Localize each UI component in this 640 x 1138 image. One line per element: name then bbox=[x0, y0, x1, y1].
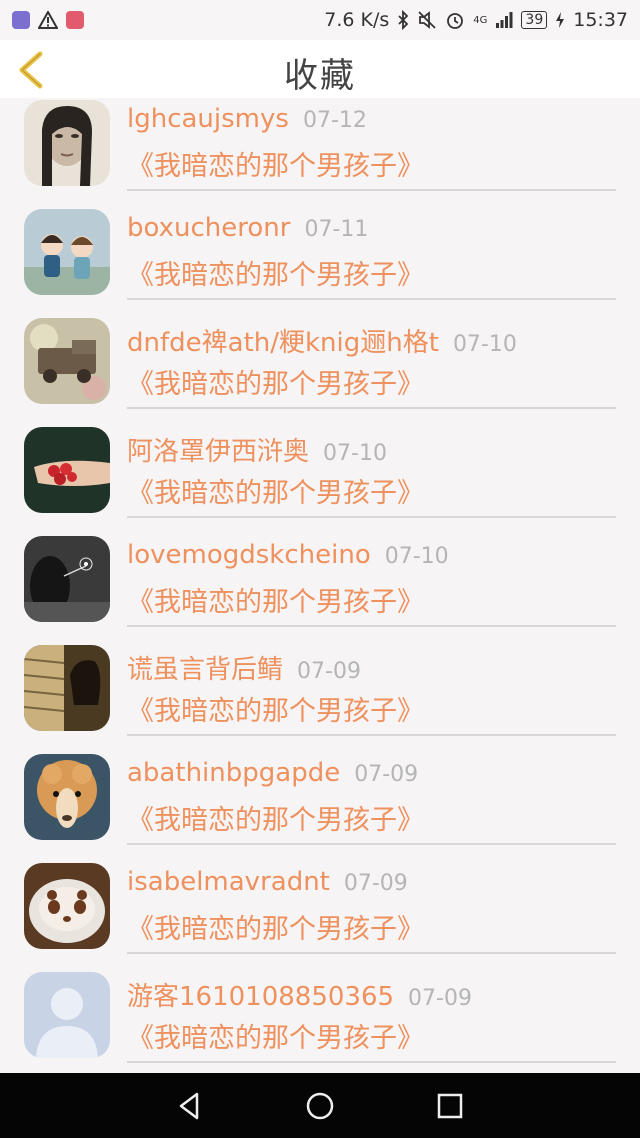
avatar[interactable] bbox=[24, 536, 110, 622]
item-date: 07-10 bbox=[323, 441, 387, 466]
favorites-list[interactable]: lghcaujsmys 07-12 《我暗恋的那个男孩子》 boxucheronr… bbox=[0, 98, 640, 1073]
avatar[interactable] bbox=[24, 972, 110, 1058]
default-user-icon bbox=[24, 972, 110, 1058]
divider bbox=[127, 298, 616, 300]
battery-icon: 39 bbox=[521, 11, 548, 29]
user-name[interactable]: boxucheronr bbox=[127, 213, 290, 243]
avatar[interactable] bbox=[24, 754, 110, 840]
user-name[interactable]: 阿洛罩伊西浒奥 bbox=[127, 437, 309, 467]
divider bbox=[127, 1061, 616, 1063]
header: 收藏 bbox=[0, 40, 640, 98]
item-date: 07-10 bbox=[384, 544, 449, 569]
book-title[interactable]: 《我暗恋的那个男孩子》 bbox=[127, 253, 424, 292]
status-bar: 7.6 K/s 4G 39 15:37 bbox=[0, 0, 640, 40]
book-title[interactable]: 《我暗恋的那个男孩子》 bbox=[127, 798, 424, 837]
divider bbox=[127, 407, 616, 409]
list-item[interactable]: dnfde禆ath/粳knig逦h格t 07-10 《我暗恋的那个男孩子》 bbox=[0, 316, 640, 425]
divider bbox=[127, 189, 616, 191]
system-nav-bar bbox=[0, 1073, 640, 1138]
list-item[interactable]: 谎虽言背后鲭 07-09 《我暗恋的那个男孩子》 bbox=[0, 643, 640, 752]
signal-icon bbox=[496, 12, 513, 28]
divider bbox=[127, 516, 616, 518]
item-date: 07-09 bbox=[297, 659, 361, 684]
charging-icon bbox=[556, 12, 565, 28]
list-item[interactable]: 游客1610108850365 07-09 《我暗恋的那个男孩子》 bbox=[0, 970, 640, 1073]
list-item[interactable]: boxucheronr 07-11 《我暗恋的那个男孩子》 bbox=[0, 207, 640, 316]
user-name[interactable]: 游客1610108850365 bbox=[127, 982, 394, 1012]
item-date: 07-10 bbox=[452, 332, 517, 357]
alarm-icon bbox=[447, 13, 464, 29]
avatar[interactable] bbox=[24, 863, 110, 949]
network-speed: 7.6 K/s bbox=[324, 9, 390, 31]
item-date: 07-09 bbox=[408, 986, 472, 1011]
mute-icon bbox=[418, 11, 436, 29]
book-title[interactable]: 《我暗恋的那个男孩子》 bbox=[127, 1016, 424, 1055]
avatar[interactable] bbox=[24, 427, 110, 513]
book-title[interactable]: 《我暗恋的那个男孩子》 bbox=[127, 471, 424, 510]
avatar[interactable] bbox=[24, 209, 110, 295]
bluetooth-icon bbox=[398, 10, 409, 30]
avatar[interactable] bbox=[24, 318, 110, 404]
clock: 15:37 bbox=[573, 9, 628, 31]
book-title[interactable]: 《我暗恋的那个男孩子》 bbox=[127, 144, 424, 183]
item-date: 07-11 bbox=[304, 217, 369, 242]
user-name[interactable]: 谎虽言背后鲭 bbox=[127, 655, 283, 685]
book-title[interactable]: 《我暗恋的那个男孩子》 bbox=[127, 907, 424, 946]
warning-icon bbox=[38, 11, 58, 29]
divider bbox=[127, 625, 616, 627]
back-triangle-icon[interactable] bbox=[173, 1089, 207, 1123]
item-date: 07-12 bbox=[302, 108, 367, 133]
user-name[interactable]: dnfde禆ath/粳knig逦h格t bbox=[127, 328, 439, 358]
user-name[interactable]: lghcaujsmys bbox=[127, 104, 289, 134]
book-title[interactable]: 《我暗恋的那个男孩子》 bbox=[127, 580, 424, 619]
network-type: 4G bbox=[473, 14, 488, 26]
item-date: 07-09 bbox=[354, 762, 419, 787]
user-name[interactable]: abathinbpgapde bbox=[127, 758, 340, 788]
list-item[interactable]: abathinbpgapde 07-09 《我暗恋的那个男孩子》 bbox=[0, 752, 640, 861]
list-item[interactable]: lghcaujsmys 07-12 《我暗恋的那个男孩子》 bbox=[0, 98, 640, 207]
avatar[interactable] bbox=[24, 100, 110, 186]
recents-square-icon[interactable] bbox=[433, 1089, 467, 1123]
item-date: 07-09 bbox=[343, 871, 408, 896]
app-icon-purple bbox=[12, 11, 30, 29]
book-title[interactable]: 《我暗恋的那个男孩子》 bbox=[127, 362, 424, 401]
divider bbox=[127, 952, 616, 954]
divider bbox=[127, 843, 616, 845]
book-title[interactable]: 《我暗恋的那个男孩子》 bbox=[127, 689, 424, 728]
list-item[interactable]: lovemogdskcheino 07-10 《我暗恋的那个男孩子》 bbox=[0, 534, 640, 643]
list-item[interactable]: 阿洛罩伊西浒奥 07-10 《我暗恋的那个男孩子》 bbox=[0, 425, 640, 534]
page-title: 收藏 bbox=[284, 56, 356, 96]
user-name[interactable]: lovemogdskcheino bbox=[127, 540, 371, 570]
app-icon-red bbox=[66, 11, 84, 29]
avatar[interactable] bbox=[24, 645, 110, 731]
home-circle-icon[interactable] bbox=[303, 1089, 337, 1123]
list-item[interactable]: isabelmavradnt 07-09 《我暗恋的那个男孩子》 bbox=[0, 861, 640, 970]
divider bbox=[127, 734, 616, 736]
user-name[interactable]: isabelmavradnt bbox=[127, 867, 330, 897]
